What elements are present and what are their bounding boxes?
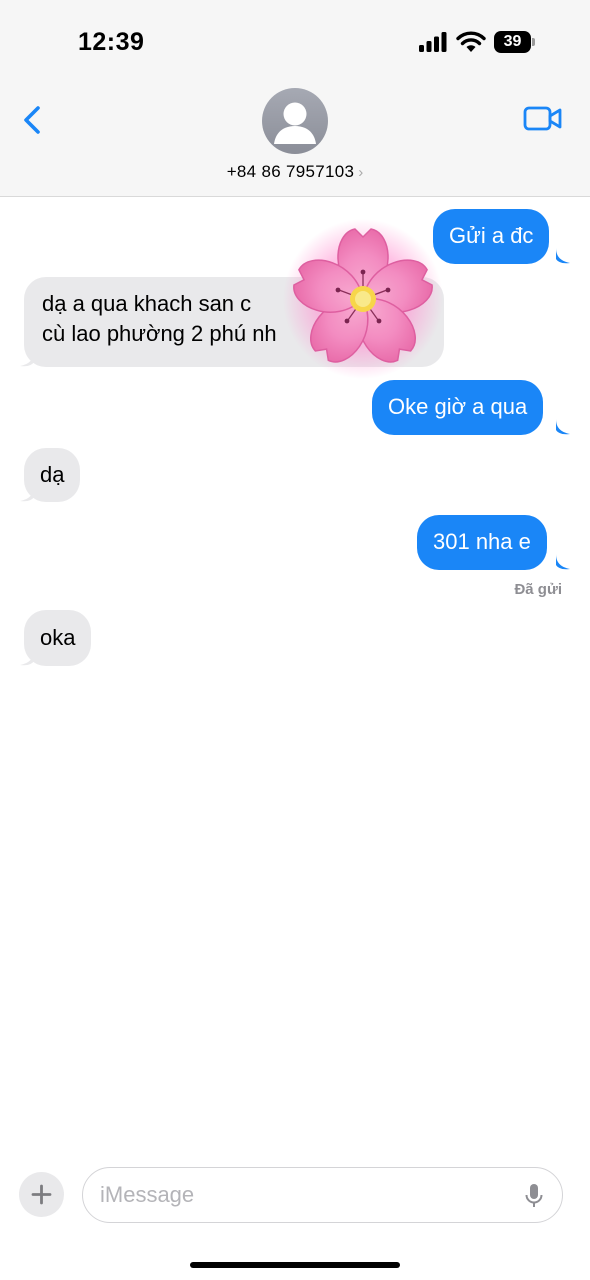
bubble-tail — [20, 351, 34, 367]
message-bubble-outgoing[interactable]: Oke giờ a qua — [372, 380, 544, 435]
plus-icon — [31, 1184, 52, 1205]
contact-info-button[interactable]: +84 86 7957103 › — [0, 162, 590, 182]
contact-number: +84 86 7957103 — [226, 162, 355, 181]
message-input[interactable]: iMessage — [82, 1167, 563, 1223]
message-text: dạ a qua khach san c cù lao phường 2 phú… — [42, 291, 277, 346]
bubble-tail — [20, 486, 34, 502]
message-bubble-outgoing[interactable]: 301 nha e — [417, 515, 547, 570]
status-time: 12:39 — [78, 28, 145, 56]
video-camera-icon[interactable] — [522, 104, 564, 134]
message-input-placeholder: iMessage — [100, 1182, 195, 1207]
chevron-right-icon: › — [358, 164, 364, 181]
message-bubble-incoming[interactable]: oka — [24, 610, 92, 666]
status-bar: 12:39 39 — [0, 0, 590, 80]
bubble-tail — [556, 554, 570, 570]
back-chevron-icon[interactable] — [18, 100, 48, 140]
signal-icon — [419, 32, 447, 52]
battery-level: 39 — [503, 33, 522, 50]
add-attachment-button[interactable] — [19, 1172, 64, 1217]
microphone-icon[interactable] — [524, 1182, 544, 1210]
message-bubble-outgoing[interactable]: Gửi a đc — [433, 209, 550, 264]
delivery-status: Đã gửi — [514, 581, 562, 598]
cherry-blossom-icon — [283, 219, 443, 379]
conversation-header: +84 86 7957103 › — [0, 80, 590, 197]
bubble-tail — [556, 248, 570, 264]
bubble-tail — [20, 650, 34, 666]
battery-icon: 39 — [494, 31, 536, 53]
home-indicator[interactable] — [190, 1262, 400, 1268]
bubble-tail — [556, 419, 570, 435]
wifi-icon — [456, 31, 486, 52]
avatar-icon[interactable] — [262, 88, 328, 154]
